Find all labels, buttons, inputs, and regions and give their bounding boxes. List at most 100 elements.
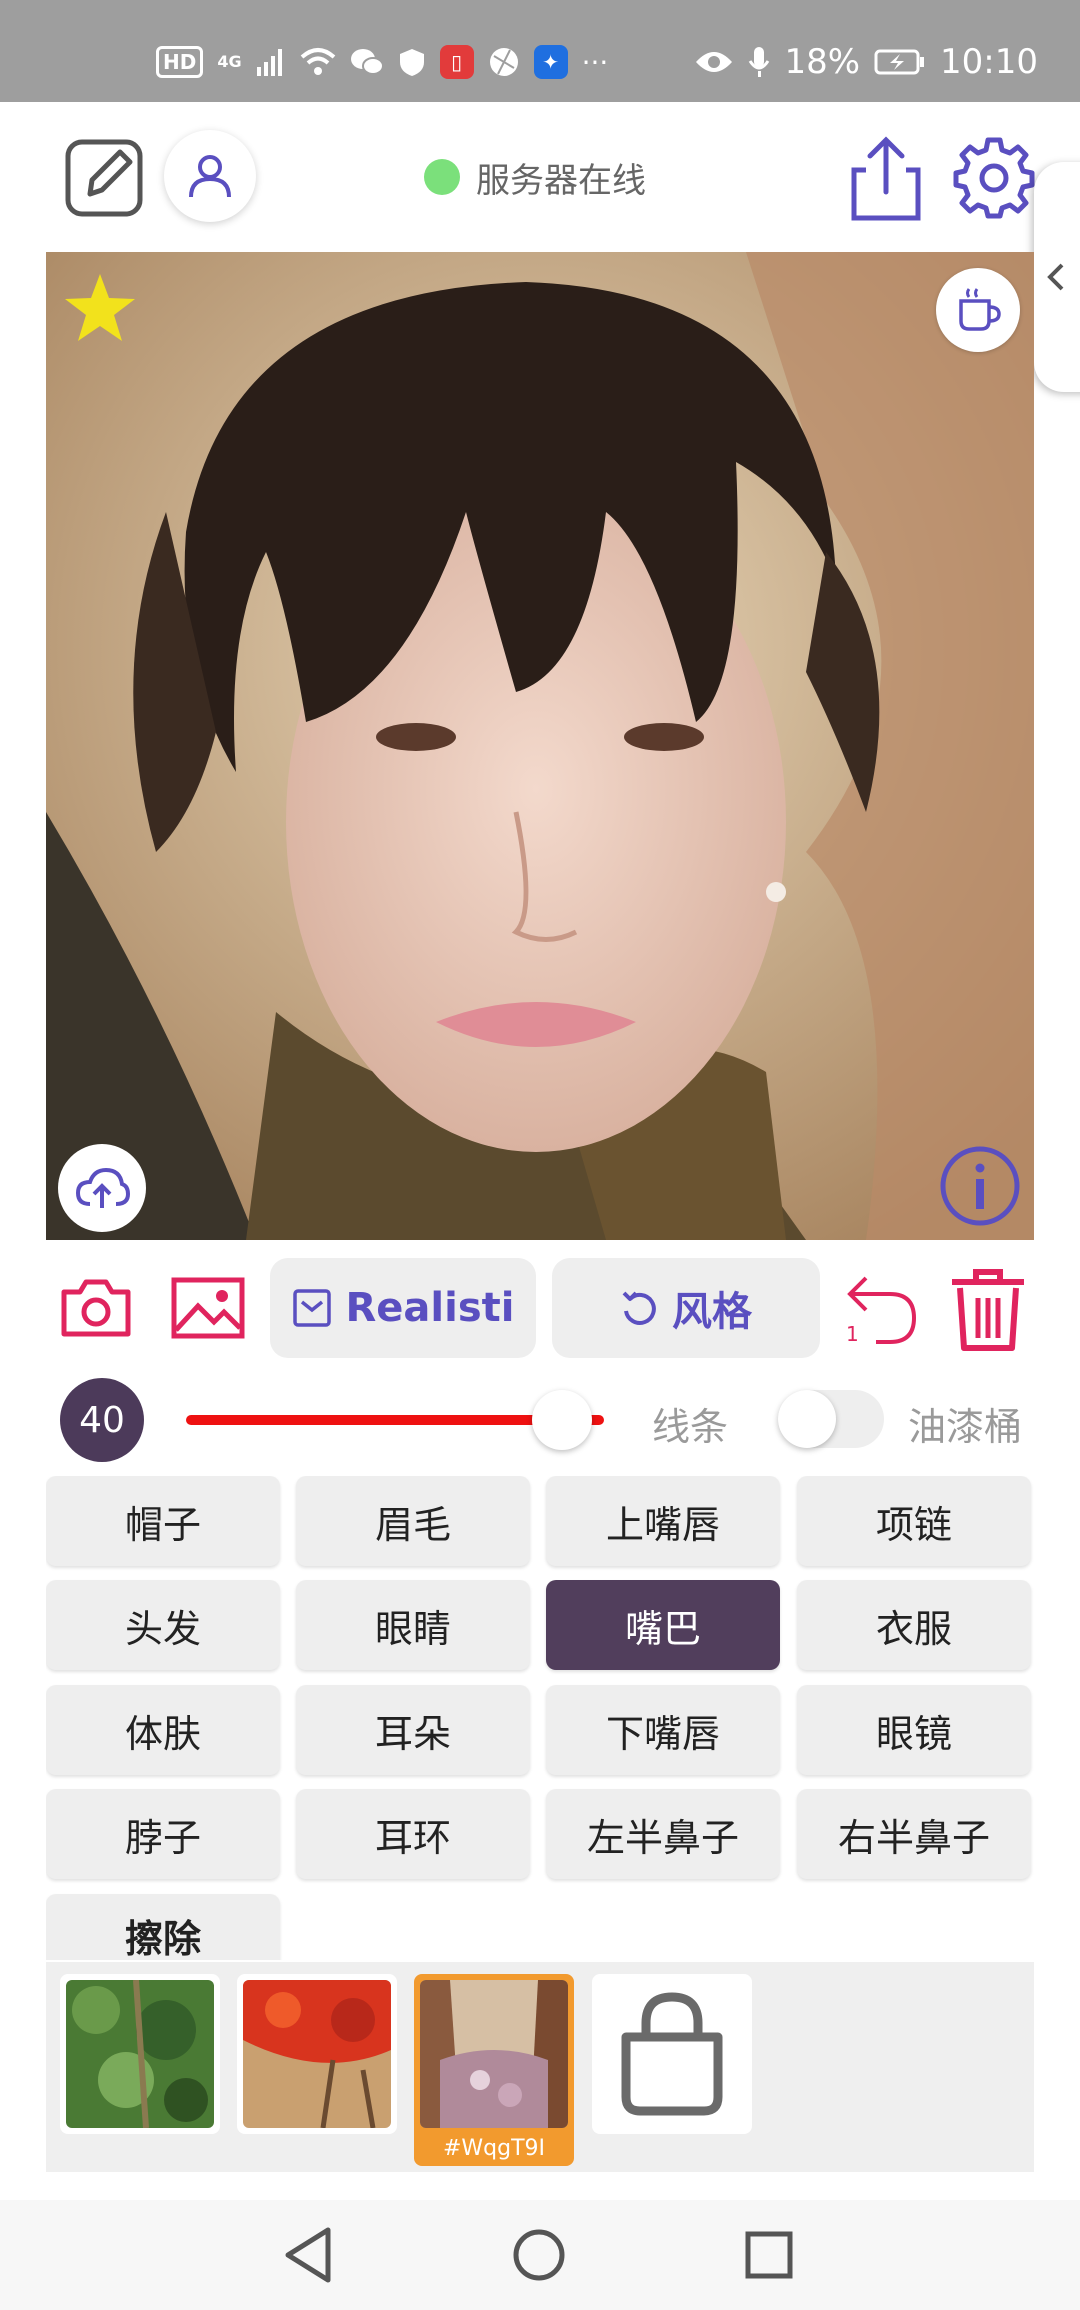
shield-icon xyxy=(399,49,424,76)
part-label: 项链 xyxy=(875,1502,952,1547)
selected-style-code: #WqgT9I xyxy=(442,2136,546,2161)
trash-icon xyxy=(952,1269,1024,1351)
edit-icon xyxy=(65,139,143,217)
info-button[interactable] xyxy=(938,1144,1022,1228)
coffee-button[interactable] xyxy=(936,268,1020,352)
hd-badge: HD xyxy=(156,46,204,78)
part-button-lower-lip[interactable]: 下嘴唇 xyxy=(546,1685,780,1775)
settings-button[interactable] xyxy=(950,134,1038,222)
style-thumbnail-red[interactable] xyxy=(237,1974,397,2134)
paint-bucket-label: 油漆桶 xyxy=(908,1405,1023,1449)
part-label: 眼睛 xyxy=(374,1606,451,1651)
server-status: 服务器在线 xyxy=(424,152,646,202)
server-status-text: 服务器在线 xyxy=(476,160,646,201)
thumbnail-image xyxy=(243,1980,391,2128)
part-button-hair[interactable]: 头发 xyxy=(46,1580,280,1670)
network-type: 4G xyxy=(217,52,242,71)
clock: 10:10 xyxy=(940,42,1038,82)
battery-icon xyxy=(874,49,925,75)
recent-square-icon[interactable] xyxy=(734,2220,804,2290)
part-button-clothes[interactable]: 衣服 xyxy=(797,1580,1031,1670)
part-label: 耳环 xyxy=(374,1815,451,1860)
battery-percent: 18% xyxy=(784,42,861,82)
part-label: 嘴巴 xyxy=(624,1606,701,1651)
share-icon xyxy=(851,136,921,221)
camera-icon xyxy=(61,1279,131,1337)
more-notifications: ··· xyxy=(581,45,609,79)
wechat-icon xyxy=(350,49,384,75)
face-parts-grid: 帽子 眉毛 上嘴唇 项链 头发 眼睛 嘴巴 衣服 体肤 耳朵 下嘴唇 眼镜 脖子… xyxy=(46,1476,1034,1960)
delete-button[interactable] xyxy=(948,1266,1028,1352)
style-button[interactable]: 风格 xyxy=(552,1258,820,1358)
portrait-illustration xyxy=(46,252,1034,1240)
toggle-knob xyxy=(778,1390,836,1448)
part-button-right-nose[interactable]: 右半鼻子 xyxy=(797,1789,1031,1879)
shop-button[interactable] xyxy=(592,1974,752,2134)
brush-size-slider-thumb[interactable] xyxy=(532,1390,593,1450)
shopping-bag-icon xyxy=(621,1992,723,2116)
part-label: 头发 xyxy=(124,1606,201,1651)
thumbnail-image xyxy=(66,1980,214,2128)
part-button-erase[interactable]: 擦除 xyxy=(46,1894,280,1960)
edit-button[interactable] xyxy=(62,136,146,220)
bulb-app-icon: ✦ xyxy=(533,45,568,79)
part-button-ears[interactable]: 耳朵 xyxy=(296,1685,530,1775)
part-label: 衣服 xyxy=(875,1606,952,1651)
style-thumbnail-green[interactable] xyxy=(60,1974,220,2134)
part-label: 下嘴唇 xyxy=(605,1711,720,1756)
status-left-icons: HD 4G ▯ ✦ ··· xyxy=(156,36,608,88)
star-icon[interactable] xyxy=(62,270,138,346)
status-bar: HD 4G ▯ ✦ ··· 18% 10:10 xyxy=(0,0,1080,102)
rotate-icon xyxy=(622,1291,656,1325)
signal-icon xyxy=(256,49,282,76)
share-button[interactable] xyxy=(846,134,926,224)
gear-icon xyxy=(953,137,1035,219)
style-thumbnail-selected[interactable]: #WqgT9I xyxy=(414,1974,574,2166)
line-mode-label: 线条 xyxy=(652,1405,729,1449)
green-foliage-thumbnail xyxy=(66,1980,214,2128)
part-button-glasses[interactable]: 眼镜 xyxy=(797,1685,1031,1775)
side-panel-handle[interactable] xyxy=(1034,162,1080,392)
part-label: 耳朵 xyxy=(374,1711,451,1756)
upload-button[interactable] xyxy=(58,1144,146,1232)
status-right-icons: 18% 10:10 xyxy=(694,36,1038,88)
microphone-icon xyxy=(749,47,770,77)
part-button-necklace[interactable]: 项链 xyxy=(797,1476,1031,1566)
undo-count: 1 xyxy=(846,1322,859,1346)
eye-icon xyxy=(696,52,733,72)
ball-app-icon xyxy=(489,48,518,76)
paint-bucket-toggle[interactable] xyxy=(778,1390,884,1448)
part-label: 体肤 xyxy=(124,1711,201,1756)
coffee-icon xyxy=(959,288,1001,331)
model-label: Realisti xyxy=(345,1285,515,1331)
cloud-upload-icon xyxy=(75,1167,130,1208)
brush-size-indicator: 40 xyxy=(60,1378,144,1462)
part-label: 眼镜 xyxy=(875,1711,952,1756)
part-button-hat[interactable]: 帽子 xyxy=(46,1476,280,1566)
home-circle-icon[interactable] xyxy=(504,2220,574,2290)
book-app-icon: ▯ xyxy=(439,45,474,79)
model-select[interactable]: Realisti xyxy=(270,1258,536,1358)
part-button-earrings[interactable]: 耳环 xyxy=(296,1789,530,1879)
gallery-button[interactable] xyxy=(170,1276,246,1340)
part-button-eyes[interactable]: 眼睛 xyxy=(296,1580,530,1670)
app-screen: { "status_bar": { "hd_label": "HD", "sig… xyxy=(0,0,1080,2310)
part-button-left-nose[interactable]: 左半鼻子 xyxy=(546,1789,780,1879)
part-label: 帽子 xyxy=(124,1502,201,1547)
style-label: 风格 xyxy=(672,1289,752,1335)
part-label: 脖子 xyxy=(124,1815,201,1860)
part-label: 上嘴唇 xyxy=(605,1502,720,1547)
lace-dress-thumbnail xyxy=(420,1980,568,2128)
back-triangle-icon[interactable] xyxy=(274,2220,344,2290)
part-button-skin[interactable]: 体肤 xyxy=(46,1685,280,1775)
part-button-upper-lip[interactable]: 上嘴唇 xyxy=(546,1476,780,1566)
chevron-left-icon xyxy=(1047,263,1064,291)
part-label: 右半鼻子 xyxy=(837,1815,990,1860)
camera-button[interactable] xyxy=(60,1276,132,1340)
part-button-eyebrows[interactable]: 眉毛 xyxy=(296,1476,530,1566)
part-button-mouth[interactable]: 嘴巴 xyxy=(546,1580,780,1670)
server-status-dot xyxy=(424,159,460,195)
portrait-image[interactable] xyxy=(46,252,1034,1240)
user-button[interactable] xyxy=(164,130,256,222)
part-button-neck[interactable]: 脖子 xyxy=(46,1789,280,1879)
